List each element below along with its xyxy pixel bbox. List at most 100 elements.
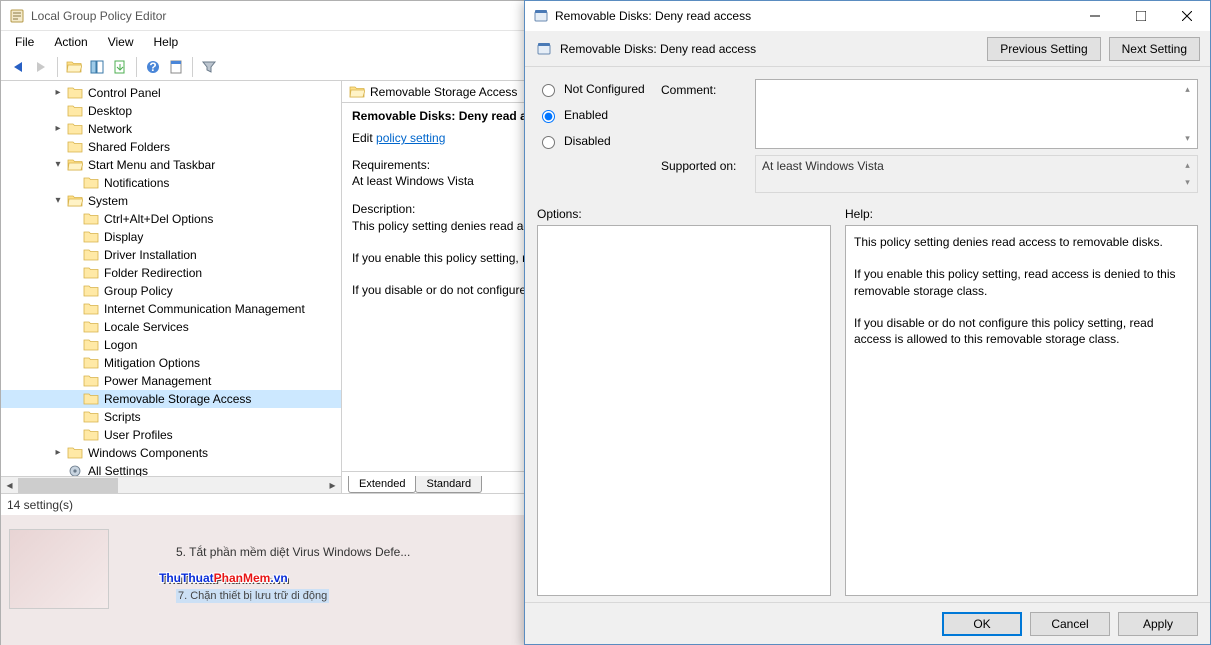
menu-help[interactable]: Help [144, 32, 189, 52]
previous-setting-button[interactable]: Previous Setting [987, 37, 1100, 61]
tree-item-label: User Profiles [102, 428, 175, 442]
menu-action[interactable]: Action [44, 32, 97, 52]
apply-button[interactable]: Apply [1118, 612, 1198, 636]
watermark-logo: ThuThuatPhanMem.vn [159, 565, 288, 588]
bg-line2: 7. Chặn thiết bị lưu trữ di động [176, 589, 329, 603]
cancel-button[interactable]: Cancel [1030, 612, 1110, 636]
minimize-button[interactable] [1072, 2, 1118, 31]
tree-view[interactable]: ▸Control Panel Desktop ▸Network Shared Fold… [1, 84, 341, 492]
tree-item[interactable]: ▸Network [1, 120, 341, 138]
up-button[interactable] [63, 56, 85, 78]
collapse-icon[interactable]: ▾ [51, 158, 65, 172]
folder-icon [83, 391, 99, 407]
tree-hscrollbar[interactable]: ◂▸ [1, 476, 341, 493]
folder-icon [83, 409, 99, 425]
tree-item[interactable]: Locale Services [1, 318, 341, 336]
tree-item[interactable]: Power Management [1, 372, 341, 390]
tree-item-label: Start Menu and Taskbar [86, 158, 217, 172]
tree-item[interactable]: ▸Windows Components [1, 444, 341, 462]
expand-icon[interactable]: ▸ [51, 446, 65, 460]
tree-item[interactable]: Display [1, 228, 341, 246]
tree-item[interactable]: Group Policy [1, 282, 341, 300]
tree-item[interactable]: ▾ Start Menu and Taskbar [1, 156, 341, 174]
menu-view[interactable]: View [98, 32, 144, 52]
tree-item[interactable]: Removable Storage Access [1, 390, 341, 408]
expand-icon[interactable]: ▸ [51, 86, 65, 100]
tree-spacer [67, 428, 81, 442]
help-p3: If you disable or do not configure this … [854, 315, 1189, 347]
folder-icon [67, 139, 83, 155]
tree-item[interactable]: Desktop [1, 102, 341, 120]
tree-item[interactable]: Shared Folders [1, 138, 341, 156]
supported-on-value: At least Windows Vista [762, 159, 884, 173]
tree-item[interactable]: Mitigation Options [1, 354, 341, 372]
next-setting-button[interactable]: Next Setting [1109, 37, 1200, 61]
folder-icon [67, 121, 83, 137]
collapse-icon[interactable]: ▾ [51, 194, 65, 208]
tree-spacer [67, 248, 81, 262]
tree-item[interactable]: ▸Control Panel [1, 84, 341, 102]
tree-item-label: Locale Services [102, 320, 191, 334]
folder-icon [67, 103, 83, 119]
tree-item-label: Removable Storage Access [102, 392, 253, 406]
policy-icon [533, 8, 549, 24]
tree-item[interactable]: Folder Redirection [1, 264, 341, 282]
options-panel[interactable] [537, 225, 831, 596]
tree-item-label: Desktop [86, 104, 134, 118]
comment-textbox[interactable]: ▴▾ [755, 79, 1198, 149]
tab-standard[interactable]: Standard [415, 476, 482, 493]
help-panel: This policy setting denies read access t… [845, 225, 1198, 596]
folder-icon [67, 445, 83, 461]
tree-item[interactable]: User Profiles [1, 426, 341, 444]
tree-item[interactable]: Notifications [1, 174, 341, 192]
help-p1: This policy setting denies read access t… [854, 234, 1189, 250]
folder-icon [83, 427, 99, 443]
tree-item[interactable]: Internet Communication Management [1, 300, 341, 318]
back-button[interactable] [7, 56, 29, 78]
radio-disabled[interactable]: Disabled [537, 133, 647, 149]
tree-pane: ▸Control Panel Desktop ▸Network Shared Fold… [1, 81, 342, 493]
tab-extended[interactable]: Extended [348, 476, 416, 493]
tree-spacer [67, 284, 81, 298]
menu-file[interactable]: File [5, 32, 44, 52]
tree-item[interactable]: Logon [1, 336, 341, 354]
dialog-header: Removable Disks: Deny read access Previo… [525, 31, 1210, 67]
ok-button[interactable]: OK [942, 612, 1022, 636]
close-button[interactable] [1164, 2, 1210, 31]
tree-item-label: Internet Communication Management [102, 302, 307, 316]
forward-button[interactable] [30, 56, 52, 78]
maximize-button[interactable] [1118, 2, 1164, 31]
tree-spacer [51, 140, 65, 154]
radio-enabled[interactable]: Enabled [537, 107, 647, 123]
tree-item-label: Ctrl+Alt+Del Options [102, 212, 215, 226]
edit-policy-link[interactable]: policy setting [376, 131, 445, 145]
tree-item-label: Shared Folders [86, 140, 172, 154]
tree-item-label: Scripts [102, 410, 143, 424]
dialog-title: Removable Disks: Deny read access [555, 9, 1072, 23]
tree-item[interactable]: Scripts [1, 408, 341, 426]
tree-spacer [67, 410, 81, 424]
properties-button[interactable] [165, 56, 187, 78]
tree-spacer [67, 374, 81, 388]
tree-item[interactable]: ▾System [1, 192, 341, 210]
show-hide-tree-button[interactable] [86, 56, 108, 78]
scrollbar-icon: ▴▾ [1179, 81, 1196, 147]
dialog-titlebar[interactable]: Removable Disks: Deny read access [525, 1, 1210, 31]
tree-spacer [51, 104, 65, 118]
export-button[interactable] [109, 56, 131, 78]
dialog-body: Not Configured Enabled Disabled Comment:… [525, 67, 1210, 602]
tree-item-label: Driver Installation [102, 248, 199, 262]
folder-open-icon [67, 193, 83, 209]
dialog-header-text: Removable Disks: Deny read access [560, 42, 987, 56]
folder-icon [83, 301, 99, 317]
tree-item-label: Power Management [102, 374, 213, 388]
tree-item[interactable]: Driver Installation [1, 246, 341, 264]
expand-icon[interactable]: ▸ [51, 122, 65, 136]
tree-spacer [67, 392, 81, 406]
folder-icon [83, 265, 99, 281]
tree-item[interactable]: Ctrl+Alt+Del Options [1, 210, 341, 228]
tree-spacer [67, 356, 81, 370]
radio-not-configured[interactable]: Not Configured [537, 81, 647, 97]
filter-button[interactable] [198, 56, 220, 78]
help-button[interactable]: ? [142, 56, 164, 78]
